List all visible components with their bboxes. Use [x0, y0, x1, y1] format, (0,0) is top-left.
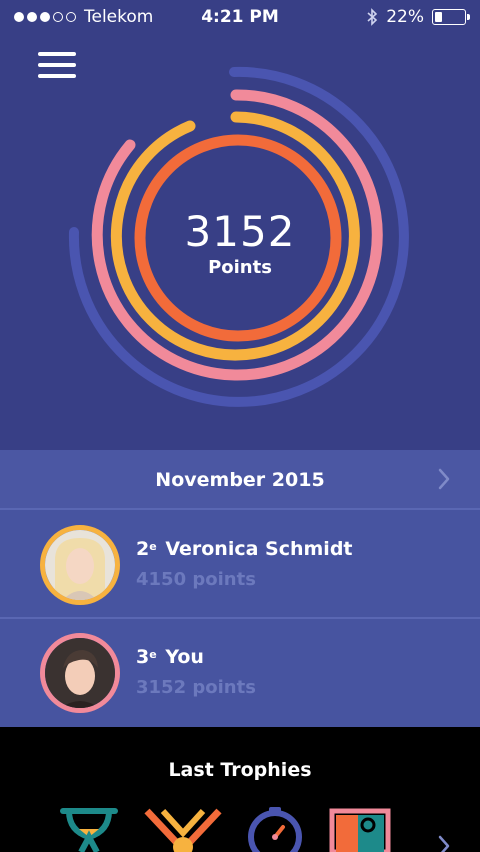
hourglass-trophy-icon[interactable]	[57, 807, 121, 852]
leaderboard-row[interactable]: 2e Veronica Schmidt 4150 points	[0, 512, 480, 619]
trophies-title: Last Trophies	[168, 759, 312, 781]
dashboard-header: Telekom 4:21 PM 22% 3152 Points	[0, 0, 480, 450]
leaderboard-row[interactable]: 3e You 3152 points	[0, 620, 480, 727]
points-total: 3152	[184, 207, 296, 256]
player-name: 2e Veronica Schmidt	[136, 538, 353, 560]
player-name: 3e You	[136, 646, 204, 668]
door-trophy-icon[interactable]	[328, 807, 392, 852]
player-points: 4150 points	[136, 569, 256, 590]
points-label: Points	[208, 257, 272, 278]
player-points: 3152 points	[136, 677, 256, 698]
chevron-right-icon[interactable]	[438, 835, 450, 852]
leaderboard: November 2015 2e Veronica Schmidt 4150 p…	[0, 450, 480, 727]
period-label: November 2015	[155, 469, 325, 491]
stopwatch-trophy-icon[interactable]	[245, 807, 305, 852]
trophies-section: Last Trophies	[0, 727, 480, 852]
period-selector[interactable]: November 2015	[0, 450, 480, 510]
avatar	[40, 633, 120, 713]
avatar	[40, 525, 120, 605]
chevron-right-icon[interactable]	[438, 468, 450, 490]
medal-trophy-icon[interactable]	[143, 807, 223, 852]
